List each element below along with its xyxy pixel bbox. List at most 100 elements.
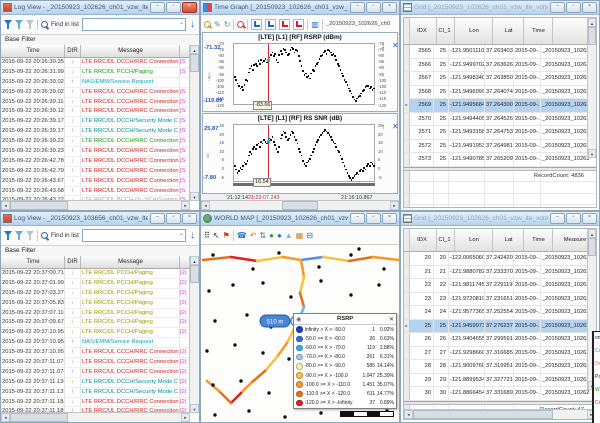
scroll-right-arrow[interactable]: ► xyxy=(181,201,190,210)
log-row[interactable]: 2015-09-22 20:26:39.231 ↑ LTE RRC/UL DCCH/… xyxy=(1,147,190,157)
grid-row[interactable]: 20 20 -122.0065060 37.2424206 2015-09-.. _201… xyxy=(404,252,596,266)
globe-green-icon[interactable]: ● xyxy=(269,231,274,240)
window-titlebar[interactable]: Grid [_20150923_102626_ch01_vzw_lte_volt… xyxy=(401,212,599,226)
grid-row[interactable]: 2571 25 -121.9493158 37.2647537 2015-09-.. _2… xyxy=(404,126,596,140)
horizontal-scrollbar[interactable]: ◄► xyxy=(1,200,190,210)
column-header-time[interactable]: Time xyxy=(1,256,65,268)
grid-row[interactable]: 2573 25 -121.9490785 37.2652098 2015-09-.. _2… xyxy=(404,153,596,167)
cell-site-dot[interactable] xyxy=(319,279,323,283)
time-cursor[interactable] xyxy=(268,125,270,183)
chart-style-1-icon[interactable] xyxy=(251,18,263,30)
log-row[interactable]: 2015-09-22 20:37:05.830 ↓ LTE RRC/DL PCCH/… xyxy=(1,298,190,309)
scroll-thumb[interactable] xyxy=(190,54,199,72)
cell-site-dot[interactable] xyxy=(213,413,217,417)
log-row[interactable]: 2015-09-22 20:26:39.177 ↑ LTE RRC/UL DCCH/… xyxy=(1,127,190,138)
chart-style-3-icon[interactable] xyxy=(279,18,291,30)
log-row[interactable]: 2015-09-22 20:37:00.710 ↓ LTE RRC/DL PCCH/… xyxy=(1,269,190,279)
undo-icon[interactable]: ↶ xyxy=(250,231,257,240)
cell-site-dot[interactable] xyxy=(239,379,243,383)
layers-icon[interactable]: ▦ xyxy=(296,231,304,240)
column-header-time[interactable]: Time xyxy=(524,18,553,44)
column-header-lon[interactable]: Lon xyxy=(455,229,493,251)
legend-close-icon[interactable]: ✕ xyxy=(389,316,394,323)
cell-site-dot[interactable] xyxy=(231,283,235,287)
cell-site-dot[interactable] xyxy=(205,349,209,353)
maximize-button[interactable]: ▫ xyxy=(166,2,181,13)
log-row[interactable]: 2015-09-22 20:37:07.110 ↓ LTE RRC/DL PCCH/… xyxy=(1,308,190,319)
close-chart-icon[interactable]: ✕ xyxy=(392,42,399,50)
rsrp-legend-window[interactable]: ◉ RSRP ✕ Infinity > X > -50.0 1 0.02% -50.0… xyxy=(293,313,397,409)
scroll-right-arrow[interactable]: ► xyxy=(390,201,399,210)
column-header-lat[interactable]: Lat xyxy=(493,229,524,251)
log-row[interactable]: 2015-09-22 20:37:11.136 ↓ LTE RRC/DL DCCH/… xyxy=(1,377,190,388)
chart-style-4-icon[interactable] xyxy=(293,18,305,30)
log-row[interactable]: 2015-09-22 20:37:09.670 ↓ LTE RRC/DL PCCH/… xyxy=(1,318,190,329)
cell-site-dot[interactable] xyxy=(261,281,265,285)
scroll-left-arrow[interactable]: ◄ xyxy=(201,201,210,210)
column-header-ci_1[interactable]: CI_1 xyxy=(437,229,455,251)
log-row[interactable]: 2015-09-22 20:26:39.225 ↓ LTE RRC/DL DCCH/… xyxy=(1,137,190,148)
grid-row[interactable]: 21 21 -121.9880782 37.2333701 2015-09-.. _201… xyxy=(404,265,596,279)
phone-icon[interactable]: ☎ xyxy=(237,231,247,240)
cell-site-dot[interactable] xyxy=(382,267,386,271)
cell-site-dot[interactable] xyxy=(349,293,353,297)
grid-row[interactable]: 24 24 -121.9577365 37.2525544 2015-09-.. _201… xyxy=(404,306,596,320)
column-header-message[interactable]: Message xyxy=(81,256,180,268)
cell-site-dot[interactable] xyxy=(261,351,265,355)
cell-site-dot[interactable] xyxy=(319,411,323,415)
maximize-button[interactable]: ▫ xyxy=(366,213,381,224)
scroll-down-arrow[interactable]: ▼ xyxy=(190,404,199,413)
graph-horizontal-scrollbar[interactable]: ◄ ► xyxy=(201,200,399,210)
log-row[interactable]: 2015-09-22 20:26:39.029 ↑ LTE RRC/UL CCCH/… xyxy=(1,87,190,98)
column-header-idx[interactable]: IDX xyxy=(410,229,437,251)
route-icon[interactable]: ⇅ xyxy=(259,231,266,240)
scroll-thumb[interactable] xyxy=(588,27,596,45)
scroll-thumb[interactable] xyxy=(190,265,199,283)
scroll-down-arrow[interactable]: ▼ xyxy=(190,192,199,201)
horizontal-scrollbar[interactable]: ◄► xyxy=(1,412,190,422)
log-row[interactable]: 2015-09-22 20:26:43.686 ↑ LTE RRC/UL DCCH/… xyxy=(1,186,190,197)
find-combobox[interactable]: ⌄ xyxy=(81,229,186,242)
grid-row[interactable]: 28 28 -121.9009760 37.3199519 2015-09-.. _201… xyxy=(404,360,596,374)
log-row[interactable]: 2015-09-22 20:37:11.184 ↓ LTE RRC/DL DCCH/… xyxy=(1,397,190,408)
window-titlebar[interactable]: Log View - _20150923_102626_ch01_vzw_lte… xyxy=(1,1,199,15)
column-header-time[interactable]: Time xyxy=(524,229,553,251)
jump-down-icon[interactable]: ↓ xyxy=(189,230,196,241)
grid-row[interactable]: 23 23 -121.9720810 37.2316512 2015-09-.. _201… xyxy=(404,292,596,306)
map-canvas[interactable]: 510 m ◉ RSRP ✕ Infinity > X > -50.0 1 0.02… xyxy=(201,245,399,422)
close-button[interactable]: × xyxy=(182,2,197,13)
vertical-scrollbar[interactable]: ▲▼ xyxy=(189,45,199,201)
cell-site-dot[interactable] xyxy=(233,343,237,347)
column-header-idx[interactable]: IDX xyxy=(410,18,437,44)
search-icon[interactable] xyxy=(237,20,245,28)
cell-site-dot[interactable] xyxy=(349,253,353,257)
edit-graph-icon[interactable]: ✎ xyxy=(214,20,221,29)
scroll-thumb[interactable] xyxy=(413,410,553,419)
scroll-thumb[interactable] xyxy=(282,201,318,210)
log-row[interactable]: 2015-09-22 20:26:30.354 ↓ LTE RRC/DL DCCH/… xyxy=(1,58,190,68)
column-header-dir[interactable]: DIR xyxy=(65,256,81,268)
maximize-button[interactable]: ▫ xyxy=(166,213,181,224)
grid-row[interactable]: 29 29 -121.8899534 37.3277219 2015-09-.. _201… xyxy=(404,373,596,387)
refresh-icon[interactable]: ↻ xyxy=(224,20,231,29)
pan-handle-icon[interactable]: ⠿ xyxy=(204,231,210,240)
maximize-button[interactable]: ▫ xyxy=(566,213,581,224)
log-row[interactable]: 2015-09-22 20:26:39.125 ↑ LTE RRC/UL DCCH/… xyxy=(1,107,190,118)
filter-edit-icon[interactable] xyxy=(26,231,34,240)
cell-site-dot[interactable] xyxy=(317,265,321,269)
log-row[interactable]: 2015-09-22 20:37:01.990 ↓ LTE RRC/DL PCCH/… xyxy=(1,278,190,289)
filter-add-icon[interactable] xyxy=(15,231,23,240)
log-row[interactable]: 2015-09-22 20:37:10.955 ↑ LTE RRC/UL CCCH/… xyxy=(1,348,190,359)
search-icon[interactable] xyxy=(41,21,48,28)
close-button[interactable]: × xyxy=(382,2,397,13)
vertical-scrollbar[interactable]: ▲▼ xyxy=(189,256,199,413)
cell-site-dot[interactable] xyxy=(251,267,255,271)
log-row[interactable]: 2015-09-22 20:26:39.118 ↓ LTE RRC/DL CCCH/… xyxy=(1,97,190,108)
log-row[interactable]: 2015-09-22 20:26:43.675 ↓ LTE RRC/DL DCCH/… xyxy=(1,176,190,187)
log-row[interactable]: 2015-09-22 20:37:11.137 ↑ LTE RRC/UL DCCH/… xyxy=(1,387,190,398)
maximize-button[interactable]: ▫ xyxy=(366,2,381,13)
filter-edit-icon[interactable] xyxy=(26,20,34,29)
scroll-left-arrow[interactable]: ◄ xyxy=(1,413,10,422)
move-down-icon[interactable]: ↓ xyxy=(381,42,385,50)
window-titlebar[interactable]: Grid [_20150923_102626_ch01_vzw_lte_volt… xyxy=(401,1,599,15)
